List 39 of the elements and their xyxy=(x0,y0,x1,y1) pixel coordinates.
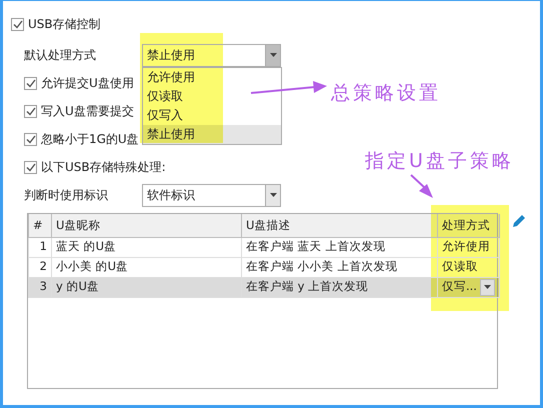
dropdown-button[interactable] xyxy=(265,44,280,66)
dropdown-value: 软件标识 xyxy=(146,187,196,204)
table-cell: 3 xyxy=(28,277,52,297)
dropdown-option[interactable]: 允许使用 xyxy=(143,68,281,86)
table-cell: y 的U盘 xyxy=(52,277,242,297)
dropdown-option[interactable]: 仅读取 xyxy=(143,86,281,106)
column-header[interactable]: U盘昵称 xyxy=(52,214,242,237)
checkbox-label: 写入U盘需要提交 xyxy=(41,103,134,120)
caret-icon xyxy=(270,53,276,57)
column-header[interactable]: # xyxy=(28,214,52,237)
field-label: 默认处理方式 xyxy=(24,47,97,64)
dropdown-button[interactable] xyxy=(265,184,280,206)
table-cell: 在客户端 y 上首次发现 xyxy=(242,277,438,297)
annotation-text: 指定U盘子策略 xyxy=(365,149,514,174)
checkbox-label: 以下USB存储特殊处理: xyxy=(41,159,166,176)
checkbox-label: 忽略小于1G的U盘 xyxy=(41,131,139,148)
table-cell: 蓝天 的U盘 xyxy=(52,237,242,257)
dropdown-option[interactable]: 禁止使用 xyxy=(143,124,281,144)
caret-icon xyxy=(484,285,491,289)
annotation-arrow xyxy=(410,174,433,198)
dropdown-option[interactable]: 仅写入 xyxy=(143,106,281,124)
checkbox[interactable] xyxy=(24,132,37,146)
caret-icon xyxy=(270,193,276,197)
checkbox[interactable] xyxy=(24,160,37,174)
table-cell: 1 xyxy=(28,237,52,257)
table-cell: 小小美 的U盘 xyxy=(52,257,242,277)
dropdown-value: 禁止使用 xyxy=(146,47,196,64)
checkbox-label: USB存储控制 xyxy=(28,16,101,33)
checkbox[interactable] xyxy=(11,18,24,30)
checkbox[interactable] xyxy=(24,104,37,118)
checkbox[interactable] xyxy=(24,76,37,90)
checkbox-label: 允许提交U盘使用 xyxy=(41,75,134,92)
column-header[interactable]: U盘描述 xyxy=(242,214,438,237)
annotation-text: 总策略设置 xyxy=(331,81,441,106)
pencil-icon[interactable] xyxy=(512,214,526,228)
dropdown-field[interactable]: 软件标识 xyxy=(142,184,281,206)
table-cell: 2 xyxy=(28,257,52,277)
dropdown-button[interactable] xyxy=(480,278,495,296)
field-label: 判断时使用标识 xyxy=(24,187,109,204)
